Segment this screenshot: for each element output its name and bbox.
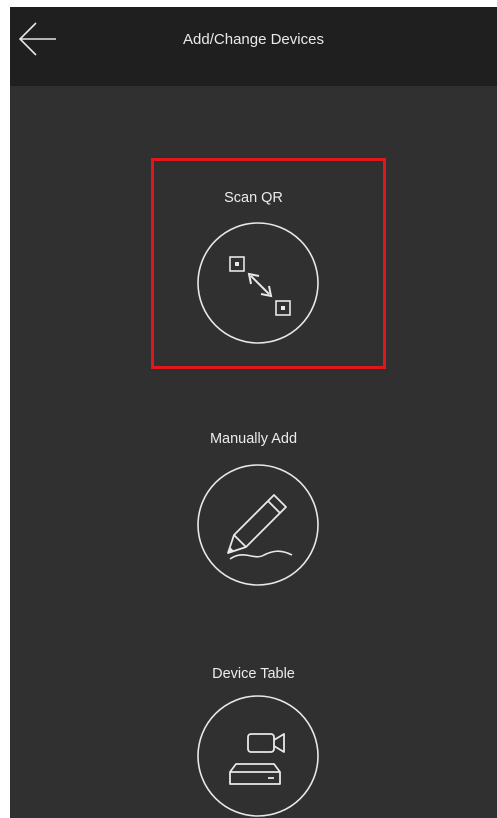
manually-add-button[interactable] [196, 463, 320, 587]
app-screen: Add/Change Devices Scan QR Manually Add [10, 7, 497, 818]
app-header: Add/Change Devices [10, 7, 497, 86]
scan-qr-option[interactable]: Scan QR [10, 182, 497, 352]
scan-qr-icon [197, 222, 319, 344]
device-table-option[interactable]: Device Table [10, 660, 497, 818]
scan-qr-button[interactable] [196, 221, 320, 345]
page-title: Add/Change Devices [183, 31, 324, 48]
pencil-icon [197, 464, 319, 586]
scan-qr-label: Scan QR [224, 190, 283, 206]
manually-add-label: Manually Add [209, 431, 298, 447]
device-table-label: Device Table [212, 666, 295, 682]
manually-add-option[interactable]: Manually Add [10, 425, 497, 595]
device-table-button[interactable] [196, 694, 320, 818]
device-table-icon [197, 695, 319, 817]
